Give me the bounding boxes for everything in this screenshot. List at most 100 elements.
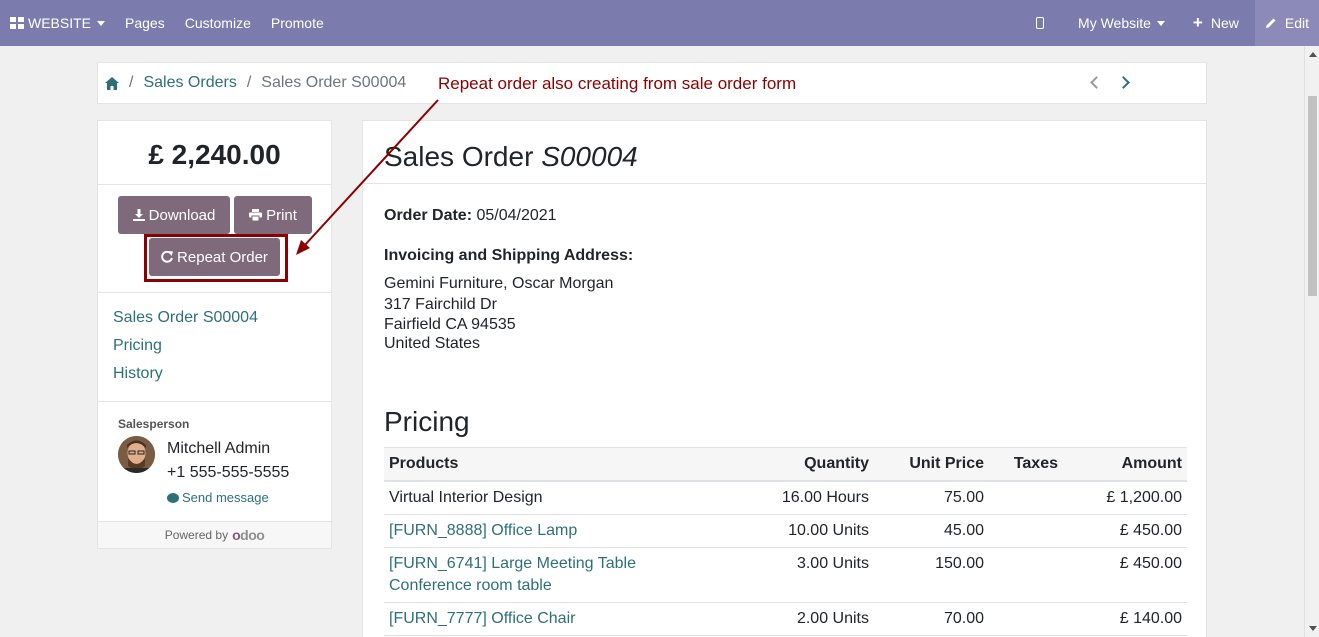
caret-down-icon xyxy=(97,20,106,26)
nav-history[interactable]: History xyxy=(113,365,163,383)
powered-by-label: Powered by xyxy=(164,528,229,542)
order-total: £ 2,240.00 xyxy=(148,139,281,170)
avatar-image xyxy=(118,436,155,473)
cell-taxes xyxy=(989,547,1063,603)
col-products: Products xyxy=(384,447,714,482)
product-name[interactable]: [FURN_8888] Office Lamp xyxy=(389,522,709,540)
avatar xyxy=(118,436,155,473)
table-row: [FURN_6741] Large Meeting Table Conferenc… xyxy=(384,547,1187,603)
cell-unit-price: 45.00 xyxy=(874,514,989,548)
order-lines-table: Products Quantity Unit Price Taxes Amoun… xyxy=(384,447,1187,636)
address-heading: Invoicing and Shipping Address: xyxy=(384,247,634,264)
menu-promote[interactable]: Promote xyxy=(261,0,334,46)
col-unit-price: Unit Price xyxy=(874,447,989,482)
record-pager xyxy=(1088,72,1130,89)
menu-pages[interactable]: Pages xyxy=(115,0,175,46)
breadcrumb-current: Sales Order S00004 xyxy=(261,74,407,91)
breadcrumb-sales-orders[interactable]: Sales Orders xyxy=(143,74,236,92)
table-header-row: Products Quantity Unit Price Taxes Amoun… xyxy=(384,447,1187,482)
print-button[interactable]: Print xyxy=(234,196,312,234)
cell-unit-price: 70.00 xyxy=(874,602,989,636)
order-number: S00004 xyxy=(541,141,638,172)
new-label: New xyxy=(1210,15,1239,31)
apps-grid-icon xyxy=(10,17,24,29)
cell-product: [FURN_7777] Office Chair xyxy=(384,602,714,636)
cell-amount: £ 450.00 xyxy=(1063,547,1187,603)
menu-customize[interactable]: Customize xyxy=(175,0,261,46)
scroll-up-icon[interactable] xyxy=(1309,52,1317,57)
address-line: United States xyxy=(384,335,481,352)
scroll-down-icon[interactable] xyxy=(1309,626,1317,631)
website-switcher[interactable]: My Website xyxy=(1068,0,1179,46)
table-row: [FURN_8888] Office Lamp 10.00 Units 45.00 £… xyxy=(384,514,1187,548)
cell-amount: £ 140.00 xyxy=(1063,602,1187,636)
col-amount: Amount xyxy=(1063,447,1187,482)
page-scrollbar[interactable] xyxy=(1304,46,1319,637)
cell-quantity: 10.00 Units xyxy=(714,514,874,548)
print-label: Print xyxy=(266,206,297,224)
odoo-logo[interactable]: odoo xyxy=(232,527,265,543)
website-switcher-label: My Website xyxy=(1078,15,1151,31)
cell-product: [FURN_6741] Large Meeting Table Conferenc… xyxy=(384,547,714,603)
mobile-icon xyxy=(1036,17,1045,29)
repeat-order-button[interactable]: Repeat Order xyxy=(149,238,280,276)
cell-unit-price: 75.00 xyxy=(874,481,989,515)
cell-taxes xyxy=(989,514,1063,548)
top-navbar: WEBSITE Pages Customize Promote My Websi… xyxy=(0,0,1319,46)
chevron-right-icon[interactable] xyxy=(1117,76,1130,89)
salesperson-label: Salesperson xyxy=(118,417,190,431)
download-icon xyxy=(132,209,145,221)
cell-product: [FURN_8888] Office Lamp xyxy=(384,514,714,548)
mobile-preview-button[interactable] xyxy=(1016,0,1068,46)
cell-amount: £ 1,200.00 xyxy=(1063,481,1187,515)
address-line: 317 Fairchild Dr xyxy=(384,296,497,313)
repeat-order-label: Repeat Order xyxy=(177,248,268,266)
col-quantity: Quantity xyxy=(714,447,874,482)
annotation-text: Repeat order also creating from sale ord… xyxy=(438,74,797,93)
caret-down-icon xyxy=(1156,20,1165,26)
pencil-icon xyxy=(1265,18,1276,28)
cell-taxes xyxy=(989,481,1063,515)
edit-label: Edit xyxy=(1284,15,1309,31)
cell-quantity: 2.00 Units xyxy=(714,602,874,636)
order-main-panel: Sales Order S00004 Order Date: 05/04/202… xyxy=(362,120,1207,637)
cell-taxes xyxy=(989,602,1063,636)
print-icon xyxy=(249,209,263,221)
divider xyxy=(98,184,331,185)
download-button[interactable]: Download xyxy=(118,196,230,234)
breadcrumb-separator: / xyxy=(129,74,134,91)
order-date-line: Order Date: 05/04/2021 xyxy=(384,207,557,225)
chevron-left-icon[interactable] xyxy=(1090,76,1103,89)
cell-unit-price: 150.00 xyxy=(874,547,989,603)
product-name: Virtual Interior Design xyxy=(389,489,543,506)
product-description[interactable]: Conference room table xyxy=(389,577,709,595)
salesperson-name: Mitchell Admin xyxy=(167,440,271,457)
product-name[interactable]: [FURN_6741] Large Meeting Table xyxy=(389,555,709,573)
edit-button[interactable]: Edit xyxy=(1254,0,1319,46)
new-button[interactable]: + New xyxy=(1179,0,1255,46)
send-message-link[interactable]: Send message xyxy=(167,490,269,505)
plus-icon: + xyxy=(1192,13,1203,32)
divider xyxy=(98,401,331,402)
breadcrumb-separator: / xyxy=(246,74,252,91)
nav-sales-order[interactable]: Sales Order S00004 xyxy=(113,309,258,327)
nav-pricing[interactable]: Pricing xyxy=(113,337,162,355)
product-name[interactable]: [FURN_7777] Office Chair xyxy=(389,610,709,628)
col-taxes: Taxes xyxy=(989,447,1063,482)
scroll-thumb[interactable] xyxy=(1308,96,1317,296)
refresh-icon xyxy=(161,251,174,263)
salesperson-phone: +1 555-555-5555 xyxy=(167,464,290,481)
cell-product: Virtual Interior Design xyxy=(384,481,714,515)
address-line: Fairfield CA 94535 xyxy=(384,316,516,333)
order-sidebar: £ 2,240.00 Download Print Repeat Order S… xyxy=(97,120,332,549)
website-menu[interactable]: WEBSITE xyxy=(0,0,115,46)
download-label: Download xyxy=(148,206,216,224)
table-row: Virtual Interior Design 16.00 Hours 75.00 £… xyxy=(384,481,1187,515)
website-menu-label: WEBSITE xyxy=(28,15,92,31)
send-message-label: Send message xyxy=(182,490,269,505)
page-title: Sales Order S00004 xyxy=(384,141,638,173)
cell-quantity: 16.00 Hours xyxy=(714,481,874,515)
title-prefix: Sales Order xyxy=(384,141,534,172)
order-date-label: Order Date: xyxy=(384,207,473,224)
home-icon[interactable] xyxy=(105,76,119,90)
